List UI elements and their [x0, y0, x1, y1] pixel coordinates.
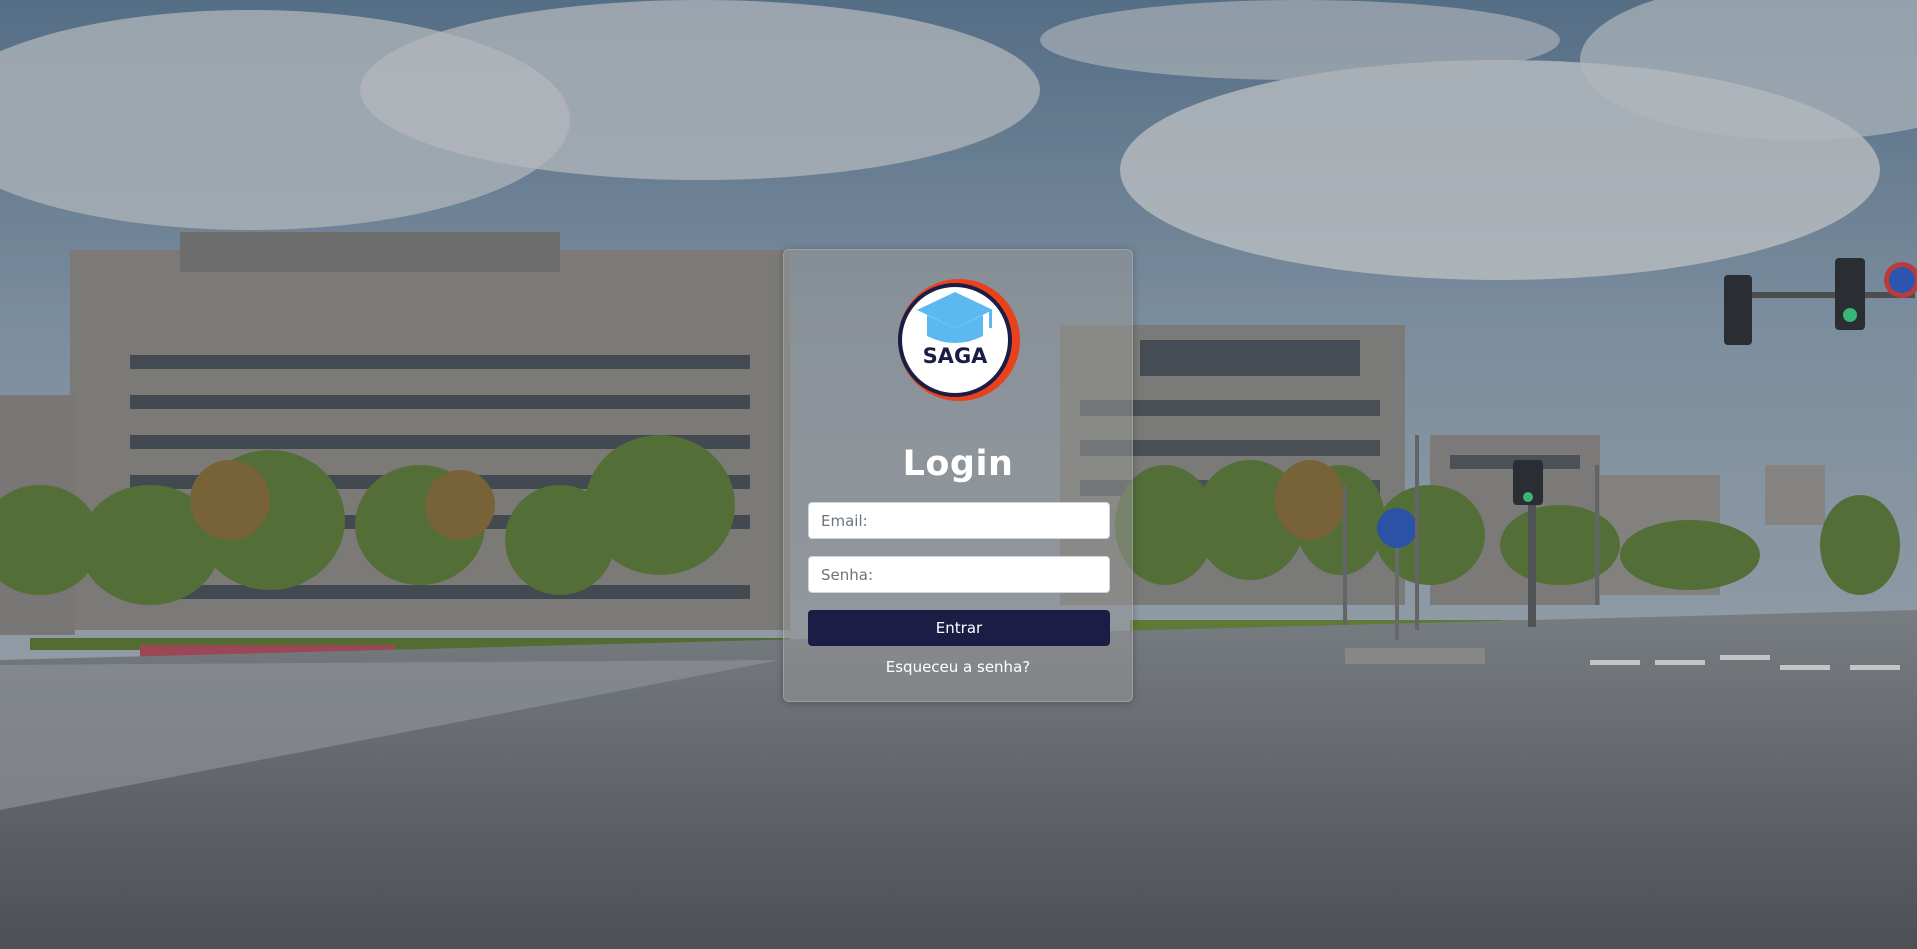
- login-card: SAGA Login Entrar Esqueceu a senha?: [783, 249, 1133, 702]
- page-title: Login: [902, 444, 1014, 484]
- logo-text: SAGA: [923, 344, 989, 368]
- password-field[interactable]: [808, 556, 1110, 593]
- background-scene: SAGA Login Entrar Esqueceu a senha?: [0, 0, 1917, 949]
- saga-logo: SAGA: [898, 279, 1020, 401]
- email-field[interactable]: [808, 502, 1110, 539]
- forgot-password-link[interactable]: Esqueceu a senha?: [784, 658, 1132, 676]
- submit-button[interactable]: Entrar: [808, 610, 1110, 646]
